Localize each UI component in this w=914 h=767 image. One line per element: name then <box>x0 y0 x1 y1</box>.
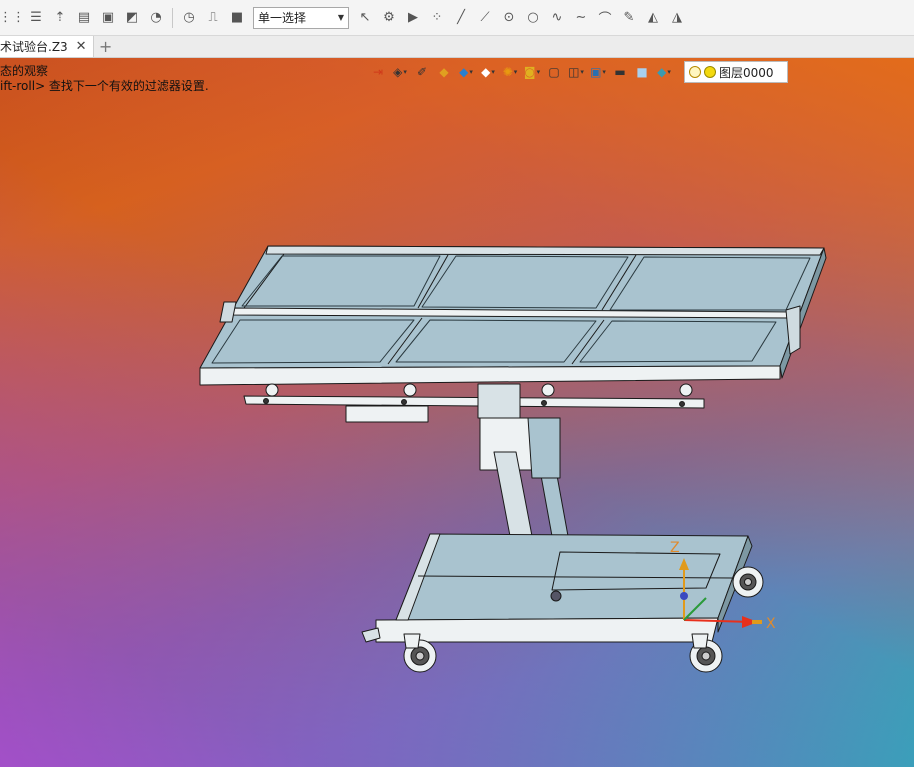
history-list-icon[interactable]: ▤ <box>72 6 96 30</box>
tabletop-surface[interactable] <box>199 245 825 369</box>
bolt <box>401 399 407 405</box>
bracket-icon[interactable]: ⎍ <box>201 6 225 30</box>
play-icon[interactable]: ▶ <box>401 6 425 30</box>
point-cloud-icon[interactable]: ⁘ <box>425 6 449 30</box>
folder-open-icon[interactable]: ▣ <box>96 6 120 30</box>
axis-label-x: X <box>766 616 776 632</box>
tab-label: 术试验台.Z3 <box>0 40 68 54</box>
caster-bracket <box>691 633 709 649</box>
base-hole <box>550 590 562 602</box>
hinge <box>679 383 693 397</box>
solid-stack-icon[interactable]: ◮ <box>665 6 689 30</box>
add-tab-button[interactable]: + <box>94 36 118 57</box>
arc-icon[interactable]: ⌒ <box>593 6 617 30</box>
close-icon[interactable]: ✕ <box>76 39 87 54</box>
caster-wheel <box>732 566 764 598</box>
bolt <box>263 398 269 404</box>
surgical-table-model[interactable]: Z X <box>0 58 914 767</box>
spline-icon[interactable]: ∼ <box>569 6 593 30</box>
bolt <box>679 401 685 407</box>
gear-filter-icon[interactable]: ⚙ <box>377 6 401 30</box>
list-tree-icon[interactable]: ☰ <box>24 6 48 30</box>
3d-viewport[interactable]: 态的观察 ift-roll> 查找下一个有效的过滤器设置. ⇥ ◈ ▾ ✐ ◆ ◆… <box>0 58 914 767</box>
line-point-icon[interactable]: ⟋ <box>473 6 497 30</box>
actuator-housing <box>527 417 561 479</box>
caster-bracket <box>403 633 421 649</box>
selection-mode-value: 单一选择 <box>258 11 307 25</box>
bolt <box>541 400 547 406</box>
grid-icon[interactable]: ⋮⋮ <box>0 6 25 30</box>
base-front-edge <box>375 617 719 643</box>
selection-mode-dropdown[interactable]: 单一选择 ▼ <box>253 6 349 29</box>
curve-icon[interactable]: ∿ <box>545 6 569 30</box>
chevron-down-icon: ▼ <box>337 13 344 22</box>
component-icon[interactable]: ◩ <box>120 6 144 30</box>
cursor-select-icon[interactable]: ↖ <box>353 6 377 30</box>
circle-center-icon[interactable]: ⊙ <box>497 6 521 30</box>
surface-icon[interactable]: ◭ <box>641 6 665 30</box>
circle-icon[interactable]: ○ <box>521 6 545 30</box>
main-toolbar: ⋮⋮ ☰ ⇡ ▤ ▣ ◩ ◔ ◷ ⎍ ■ 单一选择 ▼ ↖ ⚙ ▶ ⁘ ╱ ⟋ … <box>0 0 914 36</box>
hinge <box>403 383 417 397</box>
hinge <box>265 383 279 397</box>
clock-history-icon[interactable]: ◷ <box>177 6 201 30</box>
document-tab-bar: 术试验台.Z3 ✕ + <box>0 36 914 58</box>
line-icon[interactable]: ╱ <box>449 6 473 30</box>
hinge <box>541 383 555 397</box>
pointer-filter-icon[interactable]: ⇡ <box>48 6 72 30</box>
tabletop-front-edge <box>199 365 781 386</box>
toolbar-divider <box>172 7 173 28</box>
tabletop-back-rail <box>265 245 825 256</box>
camera-render-icon[interactable]: ◔ <box>144 6 168 30</box>
motor-box <box>345 405 429 423</box>
mount-block <box>477 383 521 419</box>
support-bar <box>243 395 705 409</box>
tab-document[interactable]: 术试验台.Z3 ✕ <box>0 36 94 57</box>
axis-label-z: Z <box>670 540 680 556</box>
pen-icon[interactable]: ✎ <box>617 6 641 30</box>
stop-icon[interactable]: ■ <box>225 6 249 30</box>
